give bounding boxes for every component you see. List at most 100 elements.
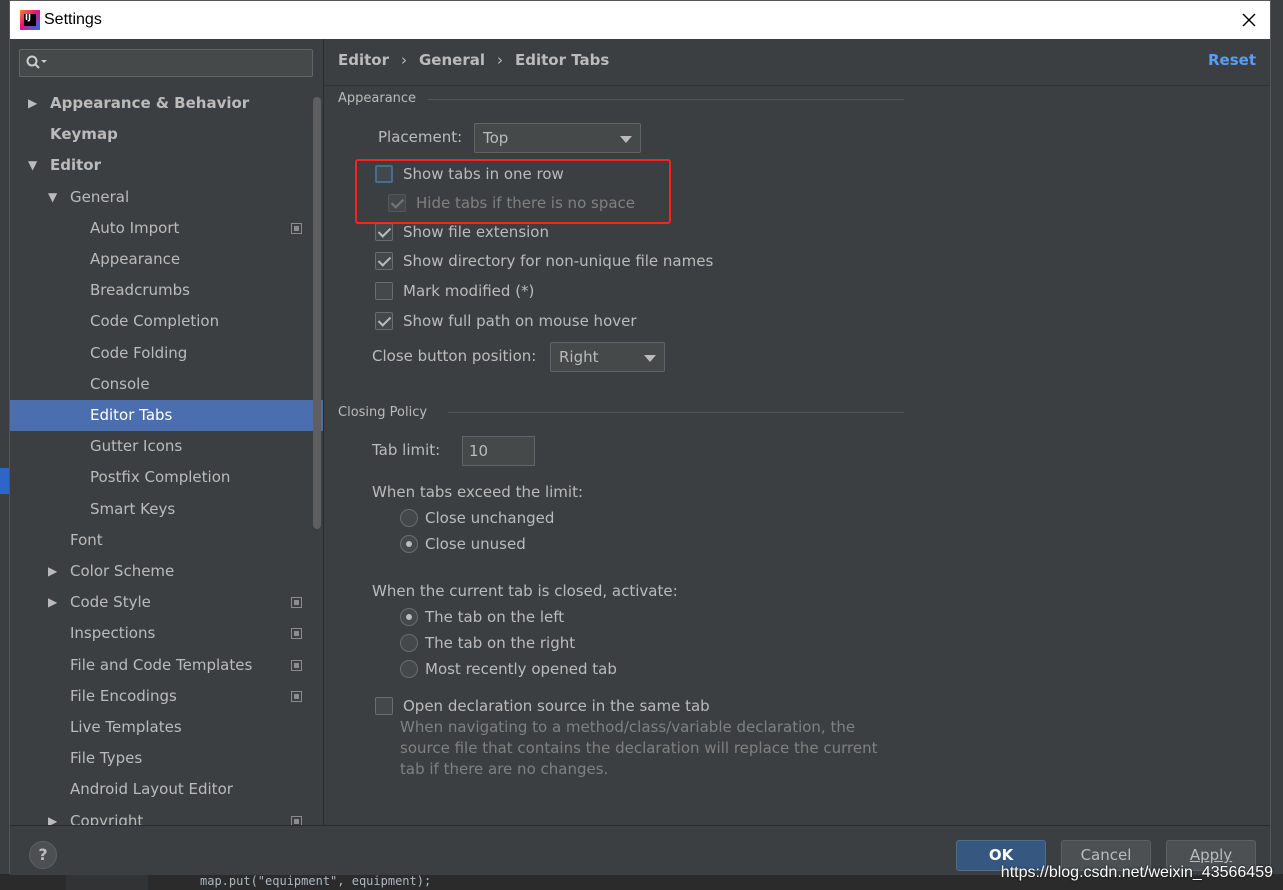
breadcrumb-separator: ›	[497, 51, 503, 69]
sidebar-item-label: File Types	[70, 749, 143, 768]
close-icon[interactable]	[1238, 9, 1260, 31]
settings-sidebar: ▶ Appearance & Behavior Keymap ▼ Editor ▼ Gene…	[10, 39, 323, 825]
expanded-arrow-icon[interactable]: ▼	[28, 150, 37, 181]
collapsed-arrow-icon[interactable]: ▶	[28, 88, 37, 119]
sidebar-item-label: Postfix Completion	[90, 468, 231, 487]
activate-label: When the current tab is closed, activate…	[372, 582, 678, 600]
close-button-position-combo[interactable]: Right	[550, 342, 665, 372]
sidebar-item[interactable]: Code Folding	[10, 338, 323, 369]
sidebar-item[interactable]: Smart Keys	[10, 494, 323, 525]
sidebar-item[interactable]: ▼ General	[10, 182, 323, 213]
sidebar-item-label: Android Layout Editor	[70, 780, 233, 799]
show-full-path-label: Show full path on mouse hover	[403, 312, 637, 330]
sidebar-item[interactable]: ▶ Code Style	[10, 587, 323, 618]
open-declaration-checkbox[interactable]	[375, 697, 393, 715]
sidebar-item[interactable]: Console	[10, 369, 323, 400]
sidebar-item[interactable]: ▶ Copyright	[10, 806, 323, 825]
breadcrumb-item: Editor Tabs	[515, 51, 610, 69]
tab-right-radio[interactable]	[400, 634, 418, 652]
sidebar-item-label: Smart Keys	[90, 499, 176, 518]
sidebar-item[interactable]: ▼ Editor	[10, 150, 323, 181]
project-settings-icon	[291, 597, 302, 609]
breadcrumb: Editor › General › Editor Tabs	[338, 51, 609, 69]
sidebar-item[interactable]: Code Completion	[10, 306, 323, 337]
background-selection-strip	[0, 468, 9, 494]
settings-content: Editor › General › Editor Tabs Reset Appeara…	[324, 39, 1270, 825]
search-icon[interactable]	[26, 55, 50, 71]
close-unused-radio[interactable]	[400, 535, 418, 553]
background-gutter	[66, 874, 148, 890]
collapsed-arrow-icon[interactable]: ▶	[48, 556, 57, 587]
exceed-limit-label: When tabs exceed the limit:	[372, 483, 584, 501]
sidebar-item-label: File Encodings	[70, 686, 177, 705]
sidebar-item[interactable]: Editor Tabs	[10, 400, 323, 431]
open-declaration-hint: When navigating to a method/class/variab…	[400, 718, 878, 778]
sidebar-item-label: Live Templates	[70, 718, 182, 736]
sidebar-item-label: Breadcrumbs	[90, 281, 190, 300]
sidebar-item-label: Gutter Icons	[90, 437, 183, 456]
sidebar-scrollbar[interactable]	[313, 97, 321, 529]
background-code-line: map.put("equipment", equipment);	[200, 874, 432, 888]
project-settings-icon	[291, 222, 302, 234]
show-directory-checkbox[interactable]	[375, 252, 393, 270]
sidebar-item[interactable]: Auto Import	[10, 213, 323, 244]
close-unchanged-radio[interactable]	[400, 509, 418, 527]
sidebar-item[interactable]: Inspections	[10, 618, 323, 649]
mark-modified-label: Mark modified (*)	[403, 282, 535, 300]
sidebar-item-label: Font	[70, 530, 103, 549]
sidebar-item-label: File and Code Templates	[70, 655, 253, 674]
collapsed-arrow-icon[interactable]: ▶	[48, 806, 57, 825]
tab-limit-input[interactable]	[463, 437, 534, 465]
placement-value: Top	[483, 129, 509, 147]
tab-left-radio[interactable]	[400, 608, 418, 626]
reset-link[interactable]: Reset	[1208, 51, 1256, 69]
sidebar-item[interactable]: Android Layout Editor	[10, 774, 323, 805]
close-unchanged-label: Close unchanged	[425, 509, 555, 527]
sidebar-item-label: Appearance	[90, 250, 181, 268]
tab-limit-field[interactable]	[462, 436, 535, 466]
show-file-extension-checkbox[interactable]	[375, 223, 393, 241]
sidebar-item-label: Editor	[50, 156, 101, 175]
section-title-appearance: Appearance	[338, 91, 417, 106]
sidebar-item[interactable]: File Types	[10, 743, 323, 774]
close-button-position-label: Close button position:	[372, 347, 537, 365]
sidebar-item[interactable]: Live Templates	[10, 712, 323, 743]
show-full-path-checkbox[interactable]	[375, 312, 393, 330]
section-title-closing-policy: Closing Policy	[338, 405, 428, 420]
sidebar-item[interactable]: Postfix Completion	[10, 462, 323, 493]
placement-combo[interactable]: Top	[474, 123, 641, 153]
background-ide-left	[0, 0, 9, 890]
settings-dialog: IJ Settings ▶ Appearance & Behavior Keymap…	[9, 0, 1271, 875]
expanded-arrow-icon[interactable]: ▼	[48, 182, 57, 213]
collapsed-arrow-icon[interactable]: ▶	[48, 587, 57, 618]
sidebar-item-label: Inspections	[70, 624, 156, 643]
sidebar-item[interactable]: ▶ Color Scheme	[10, 556, 323, 587]
sidebar-item[interactable]: Breadcrumbs	[10, 275, 323, 306]
mark-modified-checkbox[interactable]	[375, 282, 393, 300]
show-directory-label: Show directory for non-unique file names	[403, 252, 714, 270]
sidebar-item-label: Keymap	[50, 125, 118, 144]
sidebar-item[interactable]: ▶ Appearance & Behavior	[10, 88, 323, 119]
sidebar-item[interactable]: File and Code Templates	[10, 650, 323, 681]
sidebar-item[interactable]: Appearance	[10, 244, 323, 275]
help-button[interactable]: ?	[29, 841, 57, 869]
background-ide-right	[1271, 0, 1283, 890]
sidebar-item[interactable]: File Encodings	[10, 681, 323, 712]
section-divider	[448, 412, 904, 413]
sidebar-item-label: General	[70, 187, 130, 206]
sidebar-item[interactable]: Gutter Icons	[10, 431, 323, 462]
red-annotation-box	[355, 159, 671, 224]
sidebar-item-label: Code Style	[70, 593, 151, 612]
show-file-extension-label: Show file extension	[403, 223, 549, 241]
sidebar-item-label: Editor Tabs	[90, 406, 173, 424]
most-recent-radio[interactable]	[400, 660, 418, 678]
close-unused-label: Close unused	[425, 535, 526, 553]
sidebar-item-label: Color Scheme	[70, 562, 175, 580]
chevron-down-icon	[644, 355, 656, 362]
search-field[interactable]	[19, 49, 313, 77]
sidebar-item[interactable]: Font	[10, 525, 323, 556]
tab-limit-label: Tab limit:	[372, 441, 441, 459]
sidebar-item-label: Appearance & Behavior	[50, 94, 250, 112]
project-settings-icon	[291, 815, 302, 825]
sidebar-item[interactable]: Keymap	[10, 119, 323, 150]
